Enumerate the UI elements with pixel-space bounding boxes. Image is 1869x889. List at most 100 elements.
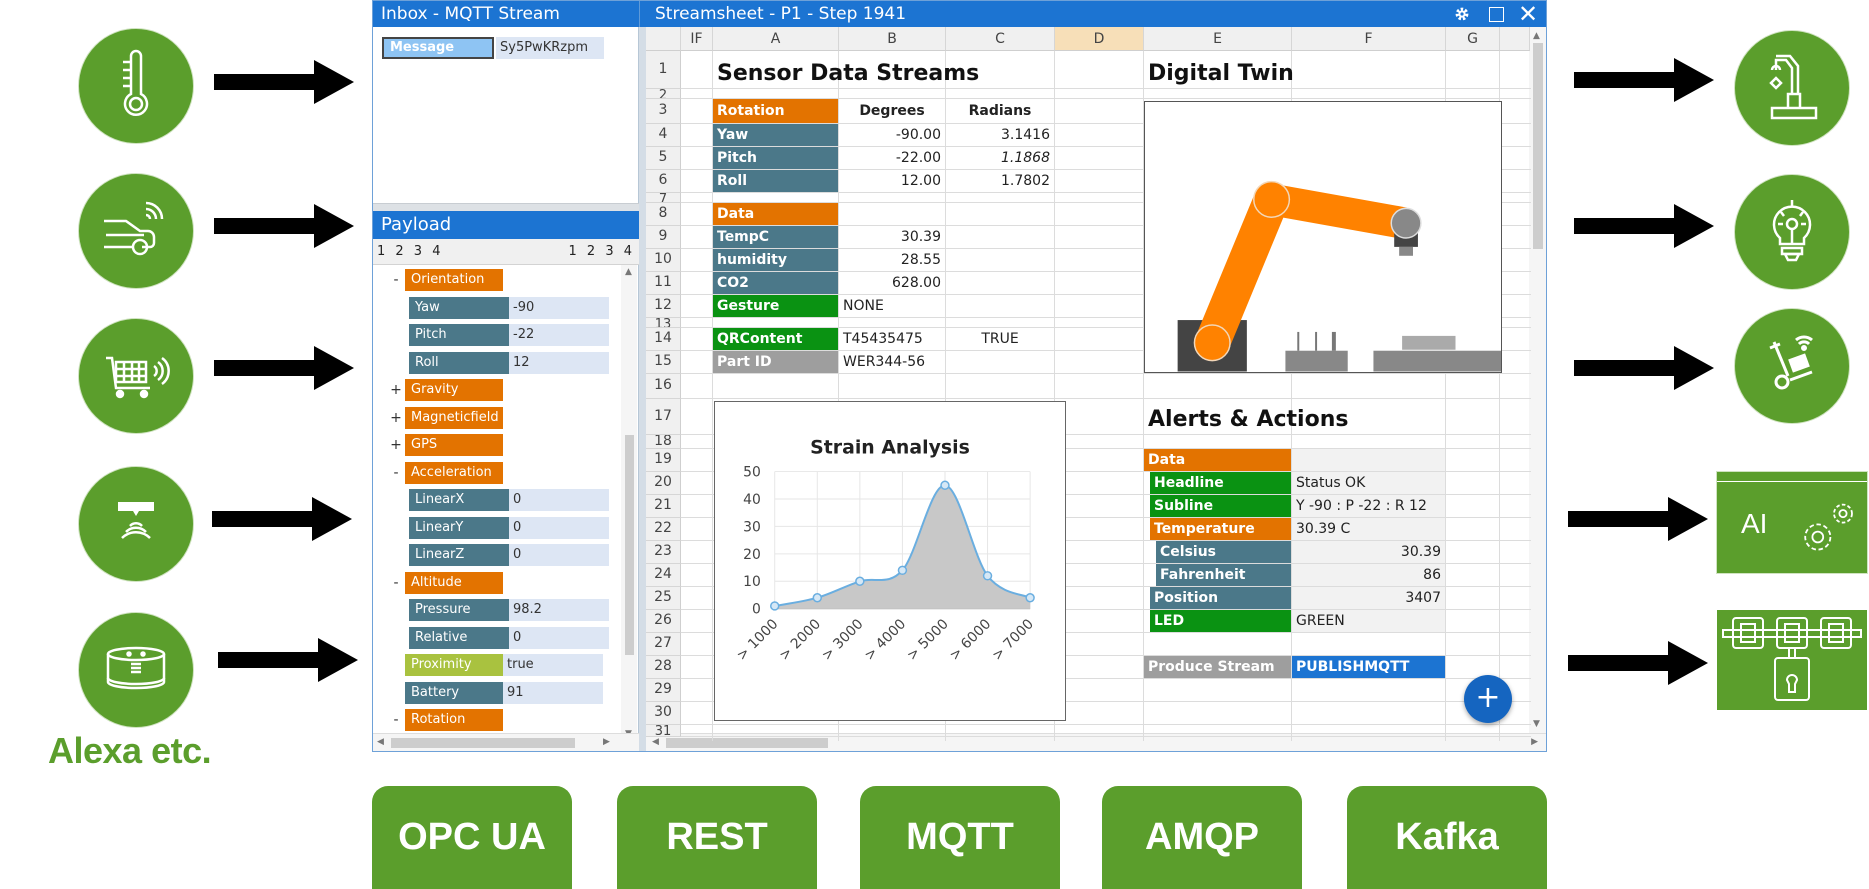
alerts-data-header-cell[interactable]: Data: [1144, 449, 1291, 471]
alert-value-cell[interactable]: 3407: [1292, 587, 1445, 609]
maximize-icon[interactable]: [1482, 1, 1510, 27]
tree-node[interactable]: Roll 12: [409, 351, 609, 374]
row-header-6[interactable]: 6: [646, 170, 681, 193]
produce-stream-label-cell[interactable]: Produce Stream: [1144, 656, 1291, 678]
degrees-value-cell[interactable]: 12.00: [839, 170, 945, 192]
row-header-25[interactable]: 25: [646, 587, 681, 610]
data-header-cell[interactable]: Data: [713, 203, 838, 225]
row-header-31[interactable]: 31: [646, 725, 681, 737]
tree-node[interactable]: Relative 0: [409, 626, 609, 649]
alert-value-cell[interactable]: 86: [1292, 564, 1445, 586]
degrees-value-cell[interactable]: -90.00: [839, 124, 945, 146]
alert-value-cell[interactable]: 30.39 C: [1292, 518, 1445, 540]
tree-node[interactable]: Yaw -90: [409, 296, 609, 319]
column-header-e[interactable]: E: [1144, 27, 1292, 51]
data-value-cell[interactable]: 28.55: [839, 249, 945, 271]
protocol-kafka-button[interactable]: Kafka: [1347, 786, 1547, 889]
scroll-thumb[interactable]: [666, 738, 828, 748]
tree-node[interactable]: + GPS: [387, 434, 503, 456]
collapse-toggle[interactable]: -: [387, 712, 405, 728]
row-header-24[interactable]: 24: [646, 564, 681, 587]
pane-splitter[interactable]: [639, 27, 646, 751]
expand-toggle[interactable]: +: [387, 410, 405, 426]
alert-value-cell[interactable]: Status OK: [1292, 472, 1445, 494]
data-label-cell[interactable]: CO2: [713, 272, 838, 294]
row-header-22[interactable]: 22: [646, 518, 681, 541]
alert-value-cell[interactable]: GREEN: [1292, 610, 1445, 632]
tree-node[interactable]: - Orientation: [387, 269, 503, 291]
scroll-left-arrow[interactable]: ◀: [377, 737, 384, 747]
rotation-label-cell[interactable]: Roll: [713, 170, 838, 192]
row-header-15[interactable]: 15: [646, 351, 681, 374]
payload-horizontal-scrollbar[interactable]: ◀ ▶: [373, 733, 639, 751]
row-header-30[interactable]: 30: [646, 702, 681, 725]
radians-value-cell[interactable]: 3.1416: [946, 124, 1054, 146]
data-value-cell[interactable]: 30.39: [839, 226, 945, 248]
row-header-11[interactable]: 11: [646, 272, 681, 295]
tree-node[interactable]: LinearZ 0: [409, 544, 609, 566]
row-header-14[interactable]: 14: [646, 328, 681, 351]
tree-node[interactable]: + Gravity: [387, 379, 503, 401]
alert-label-cell[interactable]: Fahrenheit: [1156, 564, 1291, 586]
gesture-label-cell[interactable]: Gesture: [713, 295, 838, 317]
collapse-toggle[interactable]: -: [387, 575, 405, 591]
panel-splitter[interactable]: [373, 203, 639, 211]
row-header-18[interactable]: 18: [646, 435, 681, 449]
tree-node[interactable]: Proximity true: [387, 654, 603, 676]
scroll-thumb[interactable]: [391, 738, 575, 748]
alert-label-cell[interactable]: Position: [1150, 587, 1291, 609]
tree-node[interactable]: - Altitude: [387, 571, 503, 594]
add-button[interactable]: +: [1464, 675, 1512, 723]
protocol-mqtt-button[interactable]: MQTT: [860, 786, 1060, 889]
rotation-label-cell[interactable]: Pitch: [713, 147, 838, 169]
tree-node[interactable]: + Magneticfield: [387, 406, 503, 429]
tree-node[interactable]: Battery 91: [387, 681, 603, 704]
row-header-1[interactable]: 1: [646, 51, 681, 89]
tree-node[interactable]: Pressure 98.2: [409, 599, 609, 621]
column-header-if[interactable]: IF: [681, 27, 713, 51]
alerts-data-filler-cell[interactable]: [1292, 449, 1445, 471]
row-header-9[interactable]: 9: [646, 226, 681, 249]
message-id[interactable]: Sy5PwKRzpm: [496, 37, 604, 59]
radians-value-cell[interactable]: 1.1868: [946, 147, 1054, 169]
scroll-left-arrow[interactable]: ◀: [652, 737, 659, 747]
rotation-header-cell[interactable]: Rotation: [713, 99, 838, 123]
scroll-up-arrow[interactable]: ▲: [625, 267, 632, 277]
row-header-7[interactable]: 7: [646, 193, 681, 203]
data-label-cell[interactable]: humidity: [713, 249, 838, 271]
scroll-down-arrow[interactable]: ▼: [1533, 719, 1540, 729]
row-header-13[interactable]: 13: [646, 318, 681, 328]
expand-levels-right[interactable]: 1 2 3 4: [569, 239, 635, 265]
close-icon[interactable]: ✕: [1514, 0, 1542, 28]
part-id-label-cell[interactable]: Part ID: [713, 351, 838, 373]
row-header-4[interactable]: 4: [646, 124, 681, 147]
alert-label-cell[interactable]: Celsius: [1156, 541, 1291, 563]
row-header-29[interactable]: 29: [646, 679, 681, 702]
qrcontent-flag-cell[interactable]: TRUE: [946, 328, 1054, 350]
gesture-value-cell[interactable]: NONE: [839, 295, 945, 317]
tree-node[interactable]: LinearY 0: [409, 516, 609, 539]
row-header-10[interactable]: 10: [646, 249, 681, 272]
alert-label-cell[interactable]: Headline: [1150, 472, 1291, 494]
degrees-value-cell[interactable]: -22.00: [839, 147, 945, 169]
select-all-corner[interactable]: [646, 27, 681, 51]
alert-label-cell[interactable]: LED: [1150, 610, 1291, 632]
row-header-2[interactable]: 2: [646, 89, 681, 99]
expand-toggle[interactable]: +: [387, 382, 405, 398]
protocol-opc-ua-button[interactable]: OPC UA: [372, 786, 572, 889]
scroll-right-arrow[interactable]: ▶: [1531, 737, 1538, 747]
row-header-8[interactable]: 8: [646, 203, 681, 226]
row-header-19[interactable]: 19: [646, 449, 681, 472]
protocol-rest-button[interactable]: REST: [617, 786, 817, 889]
row-header-26[interactable]: 26: [646, 610, 681, 633]
degrees-header-cell[interactable]: Degrees: [839, 99, 945, 123]
expand-toggle[interactable]: +: [387, 437, 405, 453]
data-label-cell[interactable]: TempC: [713, 226, 838, 248]
message-label[interactable]: Message: [382, 37, 494, 59]
row-header-3[interactable]: 3: [646, 99, 681, 124]
alert-label-cell[interactable]: Subline: [1150, 495, 1291, 517]
row-header-27[interactable]: 27: [646, 633, 681, 656]
column-header-b[interactable]: B: [839, 27, 946, 51]
column-header-d[interactable]: D: [1055, 27, 1144, 51]
qrcontent-value-cell[interactable]: T45435475: [839, 328, 945, 350]
